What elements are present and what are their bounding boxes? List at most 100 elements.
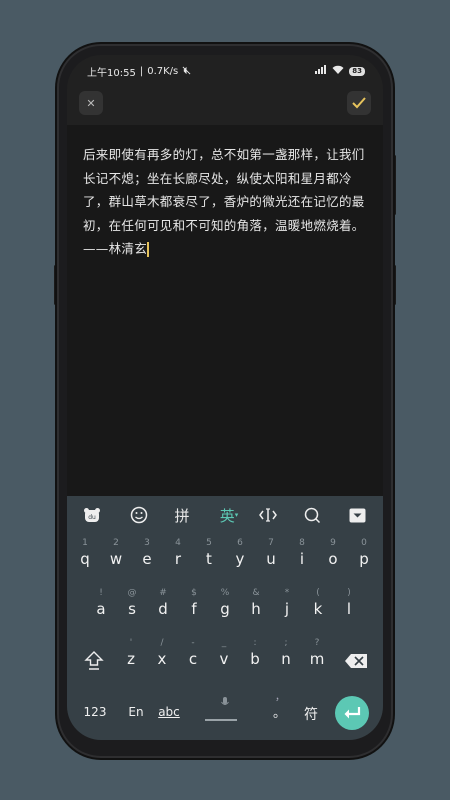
keyboard-logo-button[interactable]: du xyxy=(81,504,103,526)
key-hint: : xyxy=(253,638,257,648)
pinyin-label: 拼 xyxy=(174,506,190,525)
key-label: w xyxy=(109,550,123,568)
numbers-key[interactable]: 123 xyxy=(79,705,111,719)
search-button[interactable] xyxy=(301,504,323,526)
key-hint: _ xyxy=(221,638,227,648)
comma-hint: ， xyxy=(275,692,285,703)
key-f[interactable]: $ f xyxy=(182,588,206,620)
hide-keyboard-button[interactable] xyxy=(346,504,368,526)
key-hint: 9 xyxy=(330,538,336,548)
key-hint: * xyxy=(284,588,290,598)
key-hint: 4 xyxy=(175,538,181,548)
key-hint: 5 xyxy=(206,538,212,548)
key-hint: 0 xyxy=(361,538,367,548)
key-label: x xyxy=(157,650,167,668)
editor-content[interactable]: 后来即使有再多的灯，总不如第一盏那样，让我们长记不熄；坐在长廊尽处，纵使太阳和星… xyxy=(83,143,368,261)
key-e[interactable]: 3e xyxy=(135,538,159,570)
key-k[interactable]: (k xyxy=(306,588,330,620)
hide-keyboard-icon xyxy=(349,508,365,522)
key-j[interactable]: * j xyxy=(275,588,299,620)
text-editor[interactable]: 后来即使有再多的灯，总不如第一盏那样，让我们长记不熄；坐在长廊尽处，纵使太阳和星… xyxy=(67,125,383,496)
close-button[interactable]: ✕ xyxy=(79,91,103,115)
key-y[interactable]: 6y xyxy=(228,538,252,570)
key-hint: 8 xyxy=(299,538,305,548)
key-label: s xyxy=(128,600,136,618)
key-hint: 3 xyxy=(144,538,150,548)
keyboard-toolbar: du 拼 英 ▾ xyxy=(67,496,383,534)
key-r[interactable]: 4r xyxy=(166,538,190,570)
key-hint: $ xyxy=(191,588,197,598)
key-g[interactable]: % g xyxy=(213,588,237,620)
backspace-key[interactable] xyxy=(343,638,369,674)
key-label: i xyxy=(299,550,305,568)
key-label: r xyxy=(174,550,182,568)
space-key[interactable] xyxy=(205,694,245,724)
key-label: f xyxy=(191,600,197,618)
abc-key[interactable]: abc xyxy=(155,705,183,719)
key-hint: ? xyxy=(314,638,320,648)
network-speed: 0.7K/s xyxy=(147,66,179,77)
key-label: d xyxy=(158,600,168,618)
en-key[interactable]: En xyxy=(124,705,148,719)
key-z[interactable]: ' z xyxy=(119,638,143,670)
side-button xyxy=(393,265,396,305)
key-hint: % xyxy=(220,588,230,598)
emoji-button[interactable] xyxy=(128,504,150,526)
key-label: u xyxy=(266,550,276,568)
key-m[interactable]: ? m xyxy=(305,638,329,670)
key-i[interactable]: 8i xyxy=(290,538,314,570)
key-x[interactable]: / x xyxy=(150,638,174,670)
cursor-control-button[interactable] xyxy=(257,504,279,526)
key-label: q xyxy=(80,550,90,568)
key-v[interactable]: _ v xyxy=(212,638,236,670)
key-label: p xyxy=(359,550,369,568)
bear-logo-icon: du xyxy=(84,508,100,522)
key-s[interactable]: @ s xyxy=(120,588,144,620)
emoji-icon xyxy=(130,506,148,524)
power-button xyxy=(393,155,396,215)
period-key[interactable]: ， 。 xyxy=(271,692,291,724)
key-n[interactable]: ; n xyxy=(274,638,298,670)
key-o[interactable]: 9o xyxy=(321,538,345,570)
symbols-key[interactable]: 符 xyxy=(299,704,323,724)
key-u[interactable]: 7u xyxy=(259,538,283,570)
key-label: h xyxy=(251,600,261,618)
shift-key[interactable] xyxy=(81,638,107,674)
status-separator: | xyxy=(139,66,144,77)
key-b[interactable]: :b xyxy=(243,638,267,670)
key-c[interactable]: -c xyxy=(181,638,205,670)
key-hint: @ xyxy=(127,588,137,598)
screen: 上午10:55 | 0.7K/s 83 ✕ 后来即使有再多的灯，总不如第一盏那样… xyxy=(67,55,383,740)
key-h[interactable]: & h xyxy=(244,588,268,620)
key-q[interactable]: 1q xyxy=(73,538,97,570)
signal-icon xyxy=(315,65,327,77)
status-bar: 上午10:55 | 0.7K/s 83 xyxy=(67,55,383,85)
key-hint: & xyxy=(252,588,260,598)
key-label: k xyxy=(313,600,323,618)
pinyin-button[interactable]: 拼 xyxy=(171,504,193,526)
english-mode-button[interactable]: 英 ▾ xyxy=(215,504,243,526)
key-label: e xyxy=(142,550,152,568)
key-label: z xyxy=(127,650,135,668)
keyboard: du 拼 英 ▾ 1q 2w 3e 4r 5t 6y 7u 8i 9o 0p !… xyxy=(67,496,383,740)
key-label: m xyxy=(309,650,325,668)
battery-indicator: 83 xyxy=(349,66,365,76)
key-d[interactable]: # d xyxy=(151,588,175,620)
key-hint: 2 xyxy=(113,538,119,548)
key-p[interactable]: 0p xyxy=(352,538,376,570)
close-icon: ✕ xyxy=(86,96,96,110)
key-a[interactable]: ! a xyxy=(89,588,113,620)
svg-text:du: du xyxy=(88,514,96,521)
enter-button[interactable] xyxy=(335,696,369,730)
key-hint: ) xyxy=(347,588,351,598)
key-t[interactable]: 5t xyxy=(197,538,221,570)
key-label: b xyxy=(250,650,260,668)
cursor-move-icon xyxy=(259,508,277,522)
key-w[interactable]: 2w xyxy=(104,538,128,570)
key-l[interactable]: ) l xyxy=(337,588,361,620)
enter-icon xyxy=(344,707,361,719)
shift-icon xyxy=(84,651,104,670)
confirm-button[interactable] xyxy=(347,91,371,115)
key-label: j xyxy=(284,600,290,618)
wifi-icon xyxy=(332,65,344,77)
